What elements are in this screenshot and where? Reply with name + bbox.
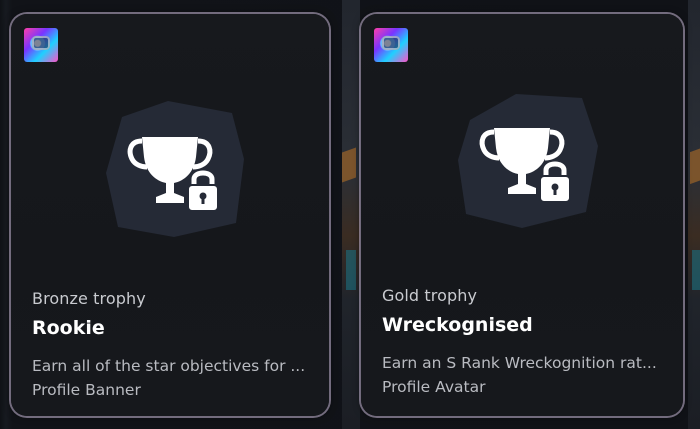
- background-art: [346, 250, 356, 290]
- trophy-card[interactable]: Gold trophy Wreckognised Earn an S Rank …: [361, 14, 683, 416]
- background-art: [688, 0, 700, 429]
- trophy-list-screen: Bronze trophy Rookie Earn all of the sta…: [0, 0, 700, 429]
- background-art: [342, 0, 360, 429]
- locked-trophy-emblem: [458, 94, 598, 228]
- trophy-reward: Profile Banner: [32, 381, 141, 399]
- trophy-card[interactable]: Bronze trophy Rookie Earn all of the sta…: [11, 14, 329, 416]
- background-art: [342, 147, 356, 183]
- game-thumbnail-icon: [24, 28, 58, 62]
- trophy-description: Earn an S Rank Wreckognition rat...: [382, 354, 657, 372]
- trophy-name: Wreckognised: [382, 314, 533, 336]
- trophy-type: Bronze trophy: [32, 289, 146, 308]
- trophy-type: Gold trophy: [382, 286, 478, 305]
- trophy-name: Rookie: [32, 317, 105, 339]
- background-art: [692, 250, 700, 290]
- trophy-reward: Profile Avatar: [382, 378, 486, 396]
- trophy-description: Earn all of the star objectives for ...: [32, 357, 306, 375]
- game-thumbnail-icon: [374, 28, 408, 62]
- background-art: [690, 147, 700, 185]
- locked-trophy-emblem: [106, 101, 244, 237]
